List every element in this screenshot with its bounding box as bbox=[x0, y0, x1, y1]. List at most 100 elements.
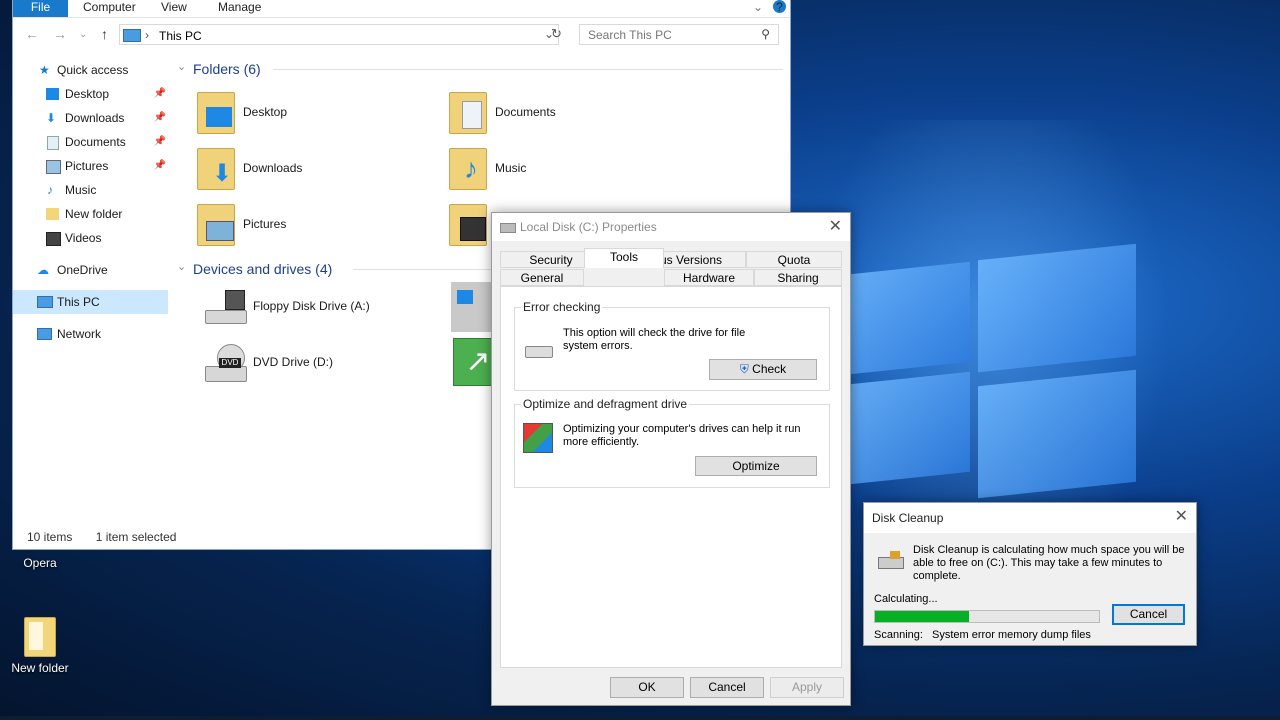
pc-icon bbox=[37, 296, 53, 308]
progress-fill bbox=[875, 611, 970, 622]
pin-icon[interactable]: 📌 bbox=[154, 82, 166, 106]
group-title: Optimize and defragment drive bbox=[521, 397, 690, 411]
folder-label: Downloads bbox=[243, 161, 303, 175]
ok-button[interactable]: OK bbox=[610, 677, 684, 698]
group-header-label: Folders (6) bbox=[193, 61, 261, 77]
recent-locations-icon[interactable]: ⌄ bbox=[79, 29, 87, 40]
desktop-icon-opera[interactable]: Opera bbox=[0, 556, 80, 570]
folder-tile-documents[interactable]: Documents bbox=[445, 88, 685, 138]
music-note-icon: ♪ bbox=[47, 183, 53, 197]
sidebar-item-label: This PC bbox=[57, 295, 100, 309]
up-arrow-icon[interactable]: ↑ bbox=[101, 26, 108, 42]
sidebar-item-label: Quick access bbox=[57, 63, 129, 77]
search-input[interactable]: Search This PC ⚲ bbox=[579, 24, 779, 45]
tab-general[interactable]: General bbox=[500, 269, 584, 286]
sidebar-item-onedrive[interactable]: ☁ OneDrive bbox=[13, 258, 168, 282]
address-bar[interactable]: › This PC ⌄ bbox=[119, 24, 559, 45]
chevron-down-icon[interactable]: ⌄ bbox=[753, 0, 763, 14]
folder-tile-pictures[interactable]: Pictures bbox=[193, 200, 433, 250]
dialog-title: Disk Cleanup bbox=[872, 511, 944, 525]
back-arrow-icon[interactable]: ← bbox=[25, 26, 39, 42]
scanning-item: System error memory dump files bbox=[932, 629, 1091, 641]
document-icon bbox=[47, 136, 59, 150]
desktop-icon-label: New folder bbox=[11, 661, 69, 675]
sidebar-item-downloads[interactable]: ⬇ Downloads 📌 bbox=[13, 106, 168, 130]
defrag-icon bbox=[523, 423, 553, 453]
star-icon: ★ bbox=[39, 63, 50, 77]
ribbon-tab-view[interactable]: View bbox=[161, 0, 187, 14]
ribbon-tab-computer[interactable]: Computer bbox=[83, 0, 136, 14]
sidebar-item-this-pc[interactable]: This PC bbox=[13, 290, 168, 314]
folder-icon bbox=[24, 617, 56, 657]
folder-tile-music[interactable]: ♪ Music bbox=[445, 144, 685, 194]
sidebar-item-label: Pictures bbox=[65, 159, 109, 173]
desktop-icon-new-folder[interactable]: New folder bbox=[0, 617, 80, 675]
optimize-button[interactable]: Optimize bbox=[695, 456, 817, 476]
dialog-titlebar[interactable]: Disk Cleanup ✕ bbox=[864, 503, 1196, 533]
drive-label: DVD Drive (D:) bbox=[253, 355, 333, 369]
pin-icon[interactable]: 📌 bbox=[154, 106, 166, 130]
forward-arrow-icon[interactable]: → bbox=[53, 26, 67, 42]
close-icon[interactable]: ✕ bbox=[829, 213, 842, 241]
optimize-text: Optimizing your computer's drives can he… bbox=[563, 423, 801, 448]
sidebar-item-new-folder[interactable]: New folder bbox=[13, 202, 168, 226]
sidebar-item-desktop[interactable]: Desktop 📌 bbox=[13, 82, 168, 106]
tab-quota[interactable]: Quota bbox=[746, 251, 842, 268]
ribbon-tab-manage[interactable]: Manage bbox=[218, 0, 261, 14]
sidebar-item-label: New folder bbox=[65, 207, 123, 221]
windows-logo-wallpaper bbox=[850, 238, 1140, 508]
folder-icon: ⬇ bbox=[197, 148, 235, 190]
breadcrumb-separator-icon: › bbox=[145, 28, 149, 42]
apply-button[interactable]: Apply bbox=[770, 677, 844, 698]
search-icon: ⚲ bbox=[761, 27, 770, 41]
desktop-icon-label: Opera bbox=[23, 556, 57, 570]
folder-tile-downloads[interactable]: ⬇ Downloads bbox=[193, 144, 433, 194]
close-icon[interactable]: ✕ bbox=[1175, 503, 1188, 531]
tab-hardware[interactable]: Hardware bbox=[664, 269, 754, 286]
cleanup-message: Disk Cleanup is calculating how much spa… bbox=[913, 544, 1185, 582]
tab-sharing[interactable]: Sharing bbox=[754, 269, 842, 286]
sidebar-item-documents[interactable]: Documents 📌 bbox=[13, 130, 168, 154]
folder-icon bbox=[449, 92, 487, 134]
group-header-folders[interactable]: ⌄ Folders (6) bbox=[173, 58, 788, 80]
sidebar-item-network[interactable]: Network bbox=[13, 322, 168, 346]
sidebar-item-quick-access[interactable]: ★ Quick access bbox=[13, 58, 168, 82]
folder-label: Documents bbox=[495, 105, 556, 119]
drive-tile-floppy[interactable]: Floppy Disk Drive (A:) bbox=[193, 282, 433, 332]
content-pane: ⌄ Folders (6) Desktop Documents ⬇ Downlo… bbox=[173, 58, 788, 386]
pin-icon[interactable]: 📌 bbox=[154, 130, 166, 154]
dialog-titlebar[interactable]: Local Disk (C:) Properties ✕ bbox=[492, 213, 850, 241]
drive-tile-dvd[interactable]: DVD DVD Drive (D:) bbox=[193, 338, 433, 388]
ribbon-tab-file[interactable]: File bbox=[13, 0, 68, 17]
chevron-down-icon: ⌄ bbox=[177, 261, 187, 273]
cancel-button[interactable]: Cancel bbox=[690, 677, 764, 698]
cleanup-cancel-button[interactable]: Cancel bbox=[1112, 604, 1185, 625]
network-icon bbox=[37, 328, 52, 340]
tab-tools[interactable]: Tools bbox=[584, 248, 664, 268]
tools-tab-panel: Error checking This option will check th… bbox=[500, 286, 842, 668]
pin-icon[interactable]: 📌 bbox=[154, 154, 166, 178]
sidebar-item-music[interactable]: ♪ Music bbox=[13, 178, 168, 202]
sidebar-item-label: OneDrive bbox=[57, 263, 108, 277]
folder-tile-desktop[interactable]: Desktop bbox=[193, 88, 433, 138]
status-item-count: 10 items bbox=[27, 530, 73, 544]
progress-bar bbox=[874, 610, 1100, 623]
refresh-icon[interactable]: ↻ bbox=[551, 26, 562, 42]
cleanup-status: Calculating... bbox=[874, 593, 938, 605]
dvd-drive-icon: DVD bbox=[205, 344, 247, 382]
scanning-label: Scanning: bbox=[874, 629, 923, 641]
help-icon[interactable]: ? bbox=[773, 0, 786, 14]
check-button[interactable]: ⛨ Check bbox=[709, 359, 817, 380]
folder-icon bbox=[46, 208, 59, 220]
floppy-drive-icon bbox=[205, 290, 247, 324]
folder-icon bbox=[449, 204, 487, 246]
sidebar-item-pictures[interactable]: Pictures 📌 bbox=[13, 154, 168, 178]
scanning-row: Scanning: System error memory dump files bbox=[874, 629, 1091, 641]
search-placeholder: Search This PC bbox=[588, 28, 672, 42]
sidebar-item-label: Network bbox=[57, 327, 102, 341]
sidebar-item-videos[interactable]: Videos bbox=[13, 226, 168, 250]
pictures-icon bbox=[46, 160, 61, 174]
ribbon: File Computer View Manage ⌄ ? bbox=[13, 0, 790, 18]
folder-icon bbox=[197, 92, 235, 134]
group-header-label: Devices and drives (4) bbox=[193, 261, 333, 277]
